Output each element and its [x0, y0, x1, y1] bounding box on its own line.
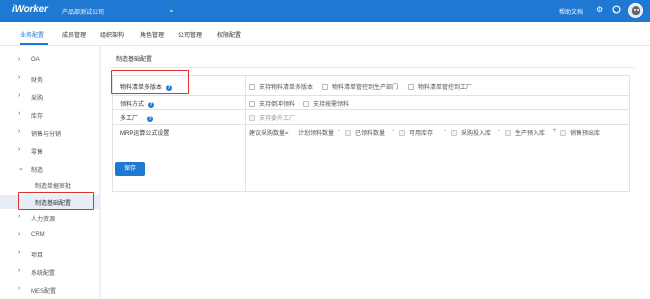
divider	[110, 67, 635, 68]
config-row-bom-versions: 物料清单多版本? 支持物料清单多版本 物料清单管控到生产部门 物料清单管控到工厂	[113, 76, 629, 96]
chevron-right-icon: ›	[18, 146, 21, 153]
formula-prefix: 建议采购数量=	[249, 131, 289, 137]
tab-members[interactable]: 成员管理	[62, 30, 86, 39]
chevron-right-icon: ›	[18, 267, 21, 274]
sidebar-item-project[interactable]: › 项目	[0, 247, 100, 261]
config-table: 物料清单多版本? 支持物料清单多版本 物料清单管控到生产部门 物料清单管控到工厂…	[112, 75, 630, 193]
formula-operator: -	[338, 128, 340, 134]
sidebar-item-crm[interactable]: › CRM	[0, 229, 100, 243]
chevron-down-icon[interactable]: ⌄	[168, 5, 175, 14]
sidebar-item-oa[interactable]: › OA	[0, 54, 100, 68]
help-icon[interactable]: ?	[148, 102, 155, 108]
row-label: 领料方式?	[120, 102, 155, 108]
sidebar-item-inventory[interactable]: › 库存	[0, 108, 100, 122]
sidebar-item-manufacturing[interactable]: ⌄ 制造	[0, 162, 100, 176]
chevron-right-icon: ›	[18, 285, 21, 292]
sidebar-item-label: 人力资源	[31, 217, 56, 223]
chevron-right-icon: ›	[18, 128, 21, 135]
chevron-right-icon: ›	[18, 74, 21, 81]
sidebar-item-purchasing[interactable]: › 采购	[0, 90, 100, 104]
sidebar-item-finance[interactable]: › 财务	[0, 72, 100, 86]
company-selector[interactable]: 产品部测试公司	[62, 7, 104, 16]
sidebar-item-label: 制造	[31, 168, 44, 174]
row-label: MRP运算公式设置	[120, 131, 170, 137]
tab-org-structure[interactable]: 组织架构	[100, 30, 124, 39]
highlight-box	[18, 192, 94, 210]
checkbox-bom-control-factory[interactable]: 物料清单管控到工厂	[408, 82, 472, 91]
active-tab-indicator	[20, 43, 48, 45]
chevron-right-icon: ›	[18, 56, 21, 63]
gear-icon[interactable]: ⚙	[596, 5, 603, 15]
checkbox-on-demand-picking[interactable]: 支持按需领料	[303, 99, 349, 108]
sidebar-item-label: 财务	[31, 78, 44, 84]
sidebar-item-label: 销售与分销	[31, 132, 62, 138]
chevron-right-icon: ›	[18, 92, 21, 99]
sidebar-item-mes-config[interactable]: › MES配置	[0, 283, 100, 297]
avatar[interactable]	[628, 3, 643, 18]
sidebar-item-label: MES配置	[31, 289, 57, 295]
help-icon[interactable]: ?	[147, 116, 154, 122]
tab-business-config[interactable]: 业务配置	[20, 30, 44, 39]
checkbox-bom-control-dept[interactable]: 物料清单管控到生产部门	[322, 82, 398, 91]
formula-base: 计划领料数量	[298, 131, 335, 137]
save-button[interactable]: 保存	[115, 162, 145, 176]
chevron-right-icon: ›	[18, 213, 21, 220]
formula-operator: +	[553, 128, 557, 134]
sidebar-item-hr[interactable]: › 人力资源	[0, 211, 100, 225]
sidebar-subitem-label: 制造单据审批	[35, 184, 72, 190]
chevron-down-icon: ⌄	[18, 165, 24, 172]
sidebar-item-sales[interactable]: › 销售与分销	[0, 126, 100, 140]
sidebar-item-label: CRM	[31, 232, 45, 238]
app-logo: iWorker	[12, 4, 48, 15]
tab-permissions[interactable]: 权限配置	[217, 30, 241, 39]
checkbox-sales-outbound[interactable]: 销售预出库	[560, 128, 600, 137]
chat-icon[interactable]	[612, 5, 621, 17]
sidebar-item-label: 零售	[31, 150, 44, 156]
sidebar-item-label: 库存	[31, 114, 44, 120]
sidebar-item-label: 采购	[31, 96, 44, 102]
chevron-right-icon: ›	[18, 231, 21, 238]
formula-operator: -	[498, 128, 500, 134]
sidebar-item-label: 项目	[31, 253, 44, 259]
sidebar-item-label: 系统配置	[31, 271, 56, 277]
config-row-picking-method: 领料方式? 支持倒冲领料 支持按需领料	[113, 96, 629, 110]
tab-company[interactable]: 公司管理	[178, 30, 202, 39]
checkbox-available-stock[interactable]: 可用库存	[399, 128, 433, 137]
tab-roles[interactable]: 角色管理	[140, 30, 164, 39]
row-label: 多工厂?	[120, 116, 154, 122]
chevron-right-icon: ›	[18, 249, 21, 256]
checkbox-production-inbound[interactable]: 生产预入库	[505, 128, 545, 137]
checkbox-bom-multi-version[interactable]: 支持物料清单多版本	[249, 82, 313, 91]
checkbox-backflush-picking[interactable]: 支持倒冲领料	[249, 99, 295, 108]
formula-operator: -	[392, 128, 394, 134]
help-docs-link[interactable]: 帮助文档	[559, 7, 583, 16]
highlight-box	[111, 70, 189, 94]
sidebar-item-label: OA	[31, 57, 40, 63]
top-bar: iWorker 产品部测试公司 ⌄ 帮助文档 ⚙	[0, 0, 650, 22]
checkbox-purchase-inbound[interactable]: 采购投入库	[451, 128, 491, 137]
config-row-mrp-formula: MRP运算公式设置 建议采购数量= 计划领料数量 - 已领料数量 - 可用库存 …	[113, 125, 629, 193]
page-title: 制造基础配置	[116, 57, 153, 63]
config-row-multi-factory: 多工厂? 支持委外工厂	[113, 110, 629, 125]
chevron-right-icon: ›	[18, 110, 21, 117]
sidebar-subitem-approval[interactable]: 制造单据审批	[0, 178, 100, 192]
top-tab-bar: 业务配置 成员管理 组织架构 角色管理 公司管理 权限配置	[0, 22, 650, 46]
formula-operator: -	[444, 128, 446, 134]
sidebar: › OA › 财务 › 采购 › 库存 › 销售与分销 › 零售 ⌄ 制造 制造…	[0, 46, 100, 299]
main-content: 制造基础配置 物料清单多版本? 支持物料清单多版本 物料清单管控到生产部门 物料…	[101, 46, 650, 299]
sidebar-item-retail[interactable]: › 零售	[0, 144, 100, 158]
checkbox-outsource-factory[interactable]: 支持委外工厂	[249, 113, 295, 122]
sidebar-item-system-config[interactable]: › 系统配置	[0, 265, 100, 279]
checkbox-picked-qty[interactable]: 已领料数量	[345, 128, 385, 137]
